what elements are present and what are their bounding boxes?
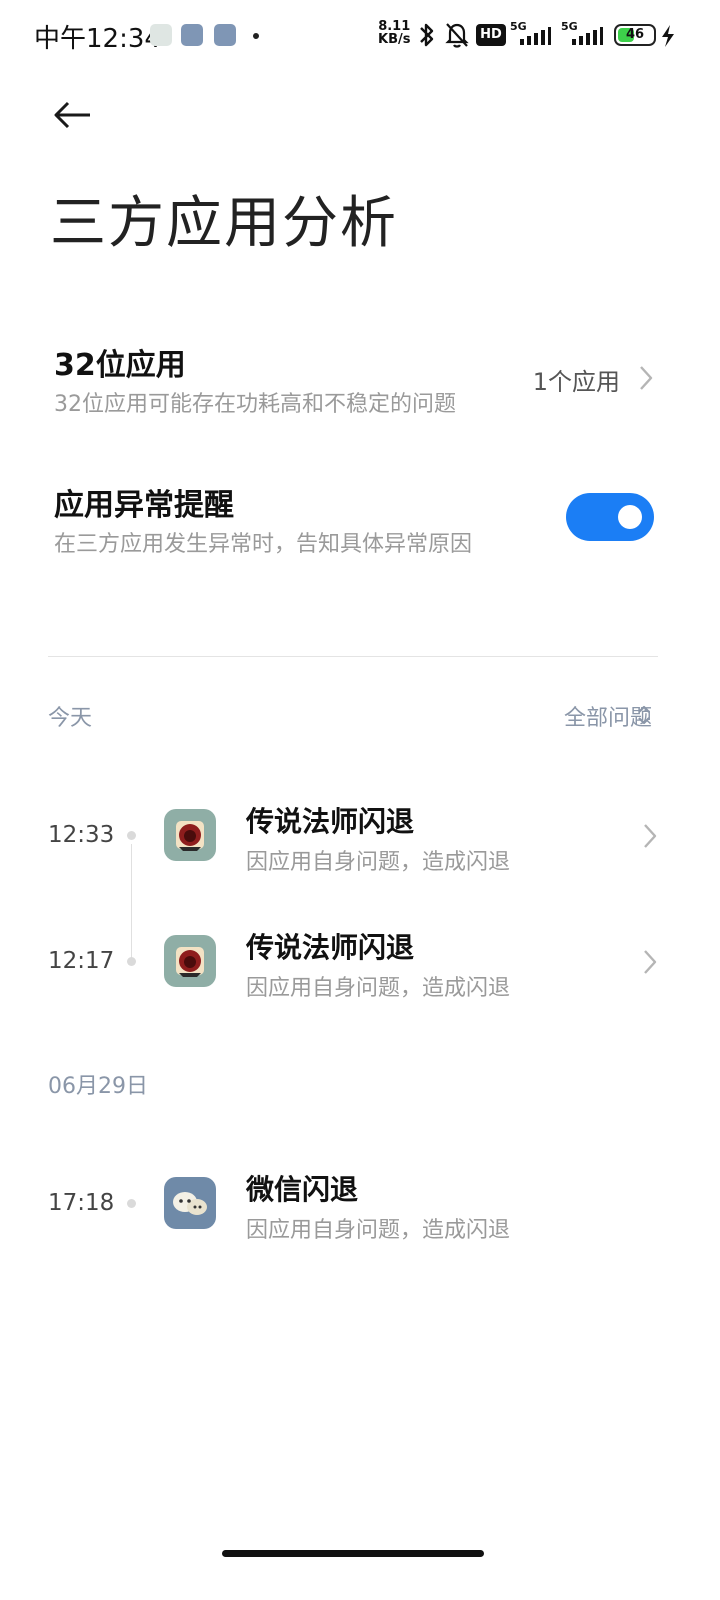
setting-row-32bit-apps[interactable]: 32位应用 32位应用可能存在功耗高和不稳定的问题 1个应用 — [0, 330, 720, 430]
hd-icon: HD — [476, 24, 506, 46]
hd-label: HD — [480, 27, 502, 42]
event-row[interactable]: 12:17 传说法师闪退 因应用自身问题，造成闪退 — [0, 916, 720, 1016]
back-button[interactable] — [44, 90, 100, 140]
setting-title: 应用异常提醒 — [54, 488, 234, 523]
app-analysis-page: 中午12:34 8.11 KB/s HD 5G 5G 46 三方应用分析 32位… — [0, 0, 720, 1600]
chevron-right-icon — [644, 950, 657, 974]
signal-icon — [520, 27, 551, 45]
back-arrow-icon — [54, 101, 90, 129]
setting-subtitle: 32位应用可能存在功耗高和不稳定的问题 — [54, 392, 456, 417]
battery-icon: 46 — [614, 24, 656, 46]
event-subtitle: 因应用自身问题，造成闪退 — [246, 850, 511, 875]
page-title: 三方应用分析 — [50, 191, 398, 256]
status-bar: 中午12:34 8.11 KB/s HD 5G 5G 46 — [0, 0, 720, 72]
event-title: 微信闪退 — [246, 1173, 359, 1206]
home-indicator[interactable] — [222, 1550, 484, 1557]
signal-icon — [572, 27, 603, 45]
divider — [48, 656, 658, 657]
timeline-dot — [127, 831, 136, 840]
sort-updown-icon — [638, 705, 650, 725]
section-label-today: 今天 — [48, 706, 93, 731]
status-time: 中午12:34 — [34, 24, 161, 54]
network-speed-unit: KB/s — [378, 32, 411, 47]
notification-app-icon — [181, 24, 203, 46]
event-row[interactable]: 12:33 传说法师闪退 因应用自身问题，造成闪退 — [0, 790, 720, 890]
section-label-date: 06月29日 — [48, 1074, 148, 1099]
legend-mage-app-icon — [164, 935, 216, 987]
legend-mage-app-icon — [164, 809, 216, 861]
charging-icon — [662, 25, 674, 47]
notification-app-icon — [150, 24, 172, 46]
event-title: 传说法师闪退 — [246, 931, 415, 964]
event-time: 17:18 — [48, 1190, 115, 1216]
event-subtitle: 因应用自身问题，造成闪退 — [246, 1218, 511, 1243]
bluetooth-icon — [420, 23, 434, 47]
event-title: 传说法师闪退 — [246, 805, 415, 838]
event-time: 12:33 — [48, 822, 115, 848]
chevron-right-icon — [640, 366, 653, 390]
chevron-right-icon — [644, 824, 657, 848]
event-time: 12:17 — [48, 948, 115, 974]
network-speed: 8.11 KB/s — [378, 20, 410, 46]
timeline-dot — [127, 1199, 136, 1208]
setting-subtitle: 在三方应用发生异常时，告知具体异常原因 — [54, 532, 473, 557]
toggle-knob — [618, 505, 642, 529]
bell-muted-icon — [445, 23, 469, 48]
setting-value: 1个应用 — [532, 368, 620, 396]
setting-title: 32位应用 — [54, 348, 186, 383]
notification-app-icon — [214, 24, 236, 46]
wechat-app-icon — [164, 1177, 216, 1229]
status-dot — [253, 33, 259, 39]
event-row[interactable]: 17:18 微信闪退 因应用自身问题，造成闪退 — [0, 1158, 720, 1258]
event-subtitle: 因应用自身问题，造成闪退 — [246, 976, 511, 1001]
timeline-dot — [127, 957, 136, 966]
anomaly-alert-toggle[interactable] — [566, 493, 654, 541]
battery-level: 46 — [625, 27, 645, 42]
